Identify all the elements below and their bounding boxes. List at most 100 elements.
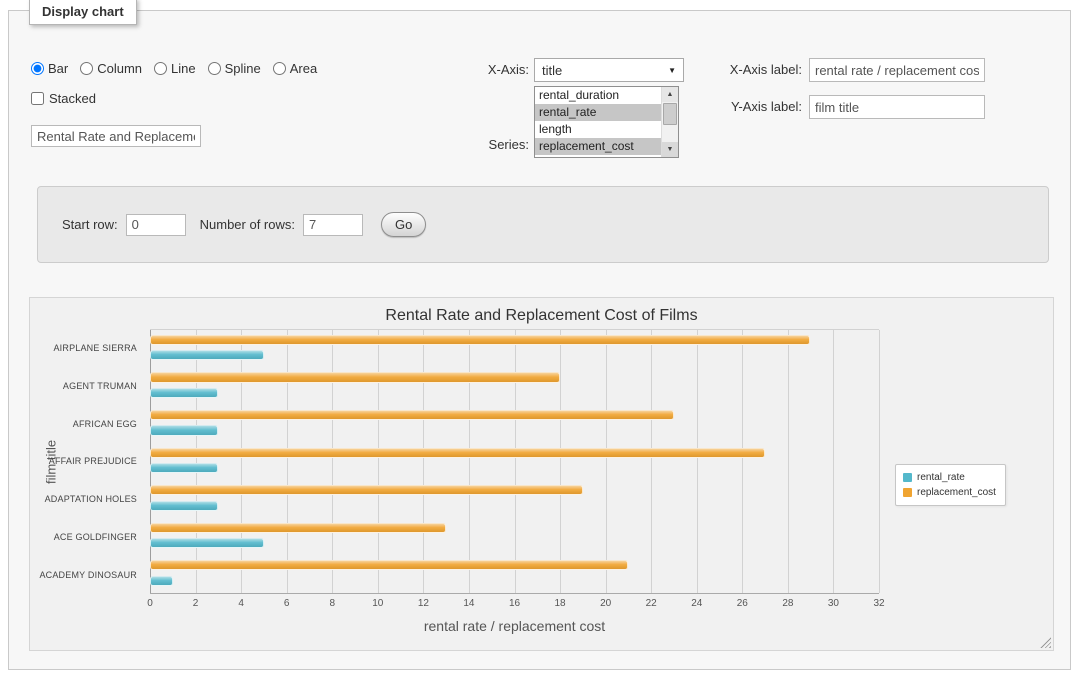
chart-container: Rental Rate and Replacement Cost of Film… [29,297,1054,651]
category-label: ADAPTATION HOLES [30,480,144,518]
category-row [150,443,879,481]
bar-rental_rate [150,501,218,511]
bar-replacement_cost [150,485,583,495]
category-row [150,480,879,518]
chart-type-option-area[interactable]: Area [273,61,317,76]
bar-rental_rate [150,425,218,435]
series-option-replacement_cost[interactable]: replacement_cost [535,138,661,155]
x-tick-label: 22 [646,598,657,609]
bar-replacement_cost [150,372,560,382]
x-tick-label: 28 [782,598,793,609]
chart-type-option-bar[interactable]: Bar [31,61,68,76]
legend-label: rental_rate [917,472,965,483]
series-option-rental_duration[interactable]: rental_duration [535,87,661,104]
chart-type-radio-spline[interactable] [208,62,221,75]
gridline [879,330,880,593]
plot-area [150,329,879,594]
series-option-length[interactable]: length [535,121,661,138]
bar-rental_rate [150,538,264,548]
bar-rental_rate [150,576,173,586]
x-axis-ticks: 02468101214161820222426283032 [150,598,879,612]
category-row [150,555,879,593]
x-tick-label: 8 [329,598,335,609]
category-row [150,368,879,406]
bar-replacement_cost [150,448,765,458]
display-chart-panel: Display chart BarColumnLineSplineArea St… [8,10,1071,670]
stacked-label: Stacked [49,91,96,106]
category-label: ACADEMY DINOSAUR [30,556,144,594]
x-tick-label: 6 [284,598,290,609]
y-axis-label-label: Y-Axis label: [709,95,802,119]
x-axis-select-value: title [542,63,562,78]
chart-type-label: Bar [48,61,68,76]
chart-type-label: Spline [225,61,261,76]
category-row [150,518,879,556]
series-option-rental_rate[interactable]: rental_rate [535,104,661,121]
chart-type-label: Line [171,61,196,76]
scrollbar-thumb[interactable] [663,103,677,125]
legend-item-replacement_cost[interactable]: replacement_cost [903,485,996,500]
scroll-up-icon[interactable]: ▲ [662,87,678,102]
bar-replacement_cost [150,410,674,420]
chart-title-input[interactable] [31,125,201,147]
x-axis-select-label: X-Axis: [449,58,529,82]
x-axis-label-label: X-Axis label: [709,58,802,82]
x-tick-label: 14 [463,598,474,609]
x-tick-label: 32 [873,598,884,609]
bar-replacement_cost [150,335,810,345]
stacked-checkbox-label[interactable]: Stacked [31,91,96,106]
bar-rental_rate [150,388,218,398]
category-label: AFRICAN EGG [30,405,144,443]
series-listbox[interactable]: rental_durationrental_ratelengthreplacem… [534,86,679,158]
chart-type-radio-line[interactable] [154,62,167,75]
x-axis-select[interactable]: title ▼ [534,58,684,82]
chart-type-option-spline[interactable]: Spline [208,61,261,76]
legend-item-rental_rate[interactable]: rental_rate [903,470,996,485]
x-tick-label: 20 [600,598,611,609]
chart-type-radio-column[interactable] [80,62,93,75]
category-label: AGENT TRUMAN [30,367,144,405]
x-axis-label-input[interactable] [809,58,985,82]
chart-type-option-column[interactable]: Column [80,61,142,76]
series-options: rental_durationrental_ratelengthreplacem… [535,87,661,157]
x-tick-label: 12 [418,598,429,609]
x-tick-label: 16 [509,598,520,609]
legend-swatch [903,488,912,497]
scroll-down-icon[interactable]: ▼ [662,142,678,157]
chart-legend: rental_rate replacement_cost [895,464,1006,506]
chart-type-radio-bar[interactable] [31,62,44,75]
bar-rental_rate [150,350,264,360]
start-row-label: Start row: [62,217,118,232]
x-tick-label: 0 [147,598,153,609]
category-row [150,330,879,368]
resize-handle-icon[interactable] [1040,637,1051,648]
x-axis-title: rental rate / replacement cost [150,618,879,634]
x-tick-label: 4 [238,598,244,609]
legend-label: replacement_cost [917,487,996,498]
stacked-checkbox[interactable] [31,92,44,105]
legend-swatch [903,473,912,482]
number-of-rows-label: Number of rows: [200,217,295,232]
category-row [150,405,879,443]
x-tick-label: 18 [555,598,566,609]
series-listbox-scrollbar[interactable]: ▲ ▼ [661,87,678,157]
go-button[interactable]: Go [381,212,426,237]
panel-legend: Display chart [29,0,137,25]
series-select-label: Series: [449,135,529,155]
x-tick-label: 10 [372,598,383,609]
chart-type-option-line[interactable]: Line [154,61,196,76]
y-axis-category-labels: AIRPLANE SIERRAAGENT TRUMANAFRICAN EGGAF… [30,329,144,594]
y-axis-label-input[interactable] [809,95,985,119]
chart-type-radio-area[interactable] [273,62,286,75]
x-tick-label: 30 [828,598,839,609]
bar-replacement_cost [150,560,628,570]
number-of-rows-input[interactable] [303,214,363,236]
start-row-input[interactable] [126,214,186,236]
chevron-down-icon: ▼ [668,66,676,75]
chart-title: Rental Rate and Replacement Cost of Film… [30,307,1053,325]
bar-replacement_cost [150,523,446,533]
chart-type-radio-group: Bar Column Line Spline Area [31,61,317,76]
chart-type-label: Area [290,61,317,76]
bar-rental_rate [150,463,218,473]
x-tick-label: 26 [737,598,748,609]
